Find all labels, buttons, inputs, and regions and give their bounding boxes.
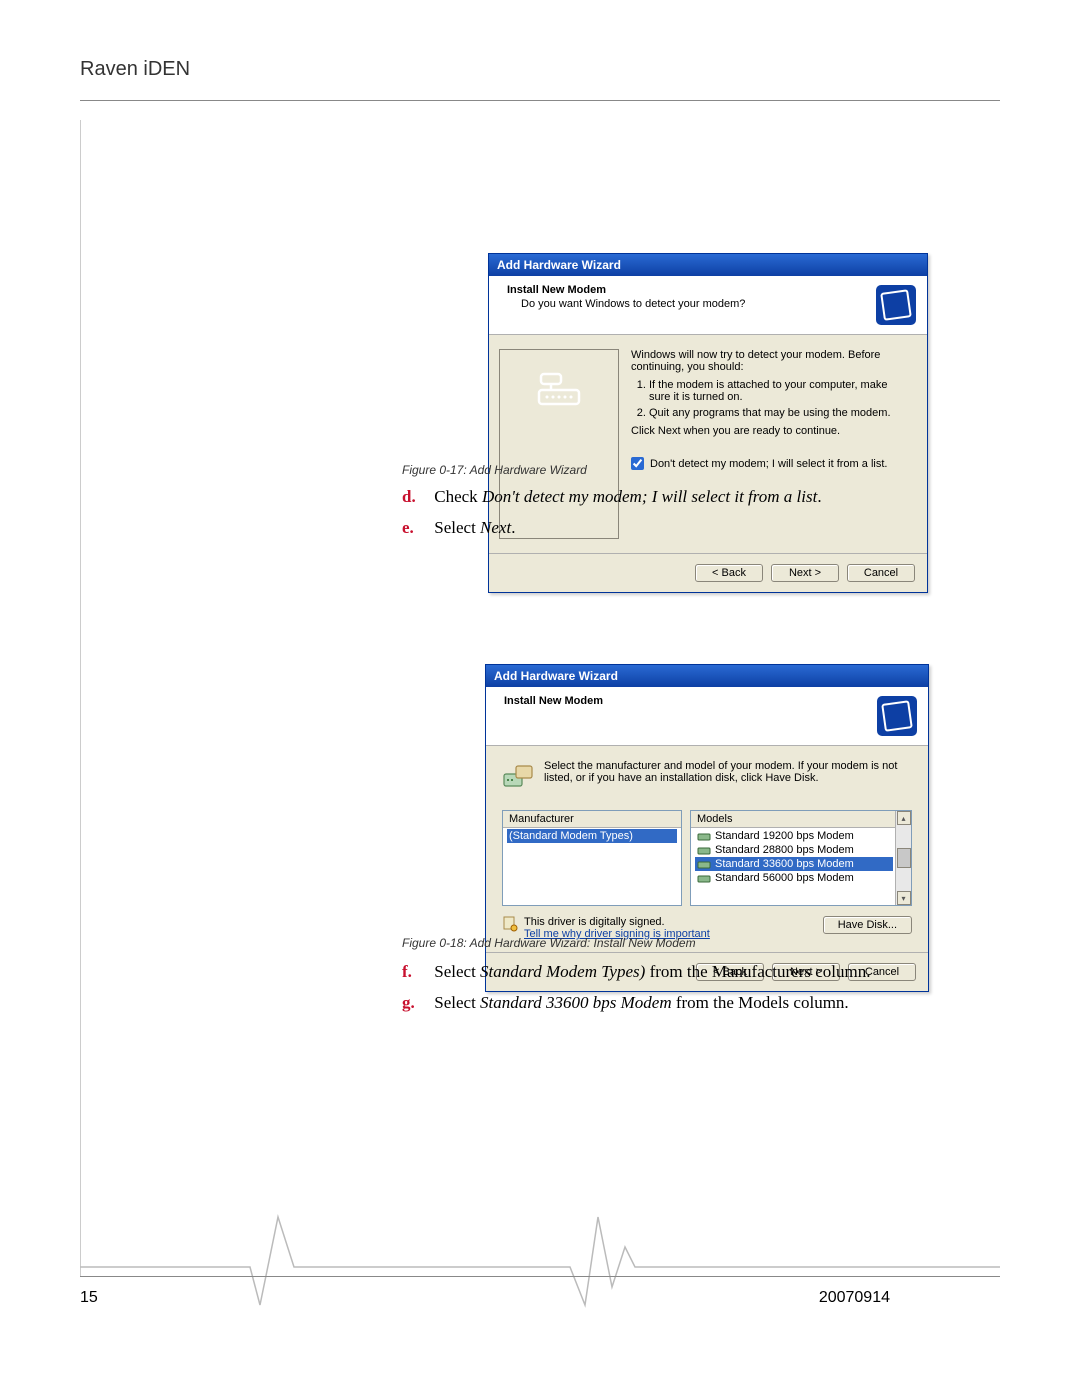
page-number: 15 <box>80 1289 98 1307</box>
certificate-icon <box>502 916 518 932</box>
step-letter: d. <box>402 485 420 510</box>
cancel-button[interactable]: Cancel <box>847 564 915 582</box>
wizard-titlebar: Add Hardware Wizard <box>486 665 928 687</box>
intro-text: Windows will now try to detect your mode… <box>631 349 911 373</box>
scroll-down-icon[interactable]: ▾ <box>897 891 911 905</box>
dont-detect-label: Don't detect my modem; I will select it … <box>650 458 887 470</box>
manufacturer-header: Manufacturer <box>503 811 681 828</box>
left-divider <box>80 120 81 1277</box>
manufacturer-list[interactable]: Manufacturer (Standard Modem Types) <box>502 810 682 906</box>
wizard-header-title: Install New Modem <box>504 695 603 707</box>
models-list[interactable]: Models Standard 19200 bps Modem Standard… <box>690 810 912 906</box>
scroll-up-icon[interactable]: ▴ <box>897 811 911 825</box>
step-d: d. Check Don't detect my modem; I will s… <box>402 485 822 510</box>
wizard-header-title: Install New Modem <box>507 284 606 296</box>
header-rule <box>80 100 1000 101</box>
modem-box-icon <box>875 284 917 326</box>
model-item[interactable]: Standard 19200 bps Modem <box>695 829 893 843</box>
have-disk-button[interactable]: Have Disk... <box>823 916 912 934</box>
step-letter: g. <box>402 991 420 1016</box>
prep-item-2: Quit any programs that may be using the … <box>649 407 911 419</box>
modem-box-icon <box>876 695 918 737</box>
prep-item-1: If the modem is attached to your compute… <box>649 379 911 403</box>
select-instructions: Select the manufacturer and model of you… <box>544 760 912 784</box>
wizard-header: Install New Modem <box>486 687 928 746</box>
model-item-selected[interactable]: Standard 33600 bps Modem <box>695 857 893 871</box>
step-letter: f. <box>402 960 420 985</box>
back-button[interactable]: < Back <box>695 564 763 582</box>
step-g: g. Select Standard 33600 bps Modem from … <box>402 991 871 1016</box>
models-header: Models <box>691 811 911 828</box>
step-e: e. Select Next. <box>402 516 822 541</box>
wizard-header-sub: Do you want Windows to detect your modem… <box>521 298 745 310</box>
page-header: Raven iDEN <box>80 58 190 81</box>
footer-rule <box>80 1276 1000 1277</box>
figure-caption-1: Figure 0-17: Add Hardware Wizard <box>402 463 587 477</box>
step-f: f. Select Standard Modem Types) from the… <box>402 960 871 985</box>
models-scrollbar[interactable]: ▴ ▾ <box>895 811 911 905</box>
scroll-thumb[interactable] <box>897 848 911 868</box>
model-item[interactable]: Standard 56000 bps Modem <box>695 871 893 885</box>
step-letter: e. <box>402 516 420 541</box>
signed-text: This driver is digitally signed. <box>524 916 710 928</box>
next-button[interactable]: Next > <box>771 564 839 582</box>
wizard-header: Install New Modem Do you want Windows to… <box>489 276 927 335</box>
manufacturer-item[interactable]: (Standard Modem Types) <box>507 829 677 843</box>
figure-caption-2: Figure 0-18: Add Hardware Wizard: Instal… <box>402 936 696 950</box>
dont-detect-checkbox[interactable] <box>631 457 644 470</box>
device-icon <box>502 760 534 792</box>
heartbeat-decoration <box>80 1207 1000 1327</box>
wizard-titlebar: Add Hardware Wizard <box>489 254 927 276</box>
model-item[interactable]: Standard 28800 bps Modem <box>695 843 893 857</box>
click-next-text: Click Next when you are ready to continu… <box>631 425 911 437</box>
page-date: 20070914 <box>819 1289 890 1307</box>
